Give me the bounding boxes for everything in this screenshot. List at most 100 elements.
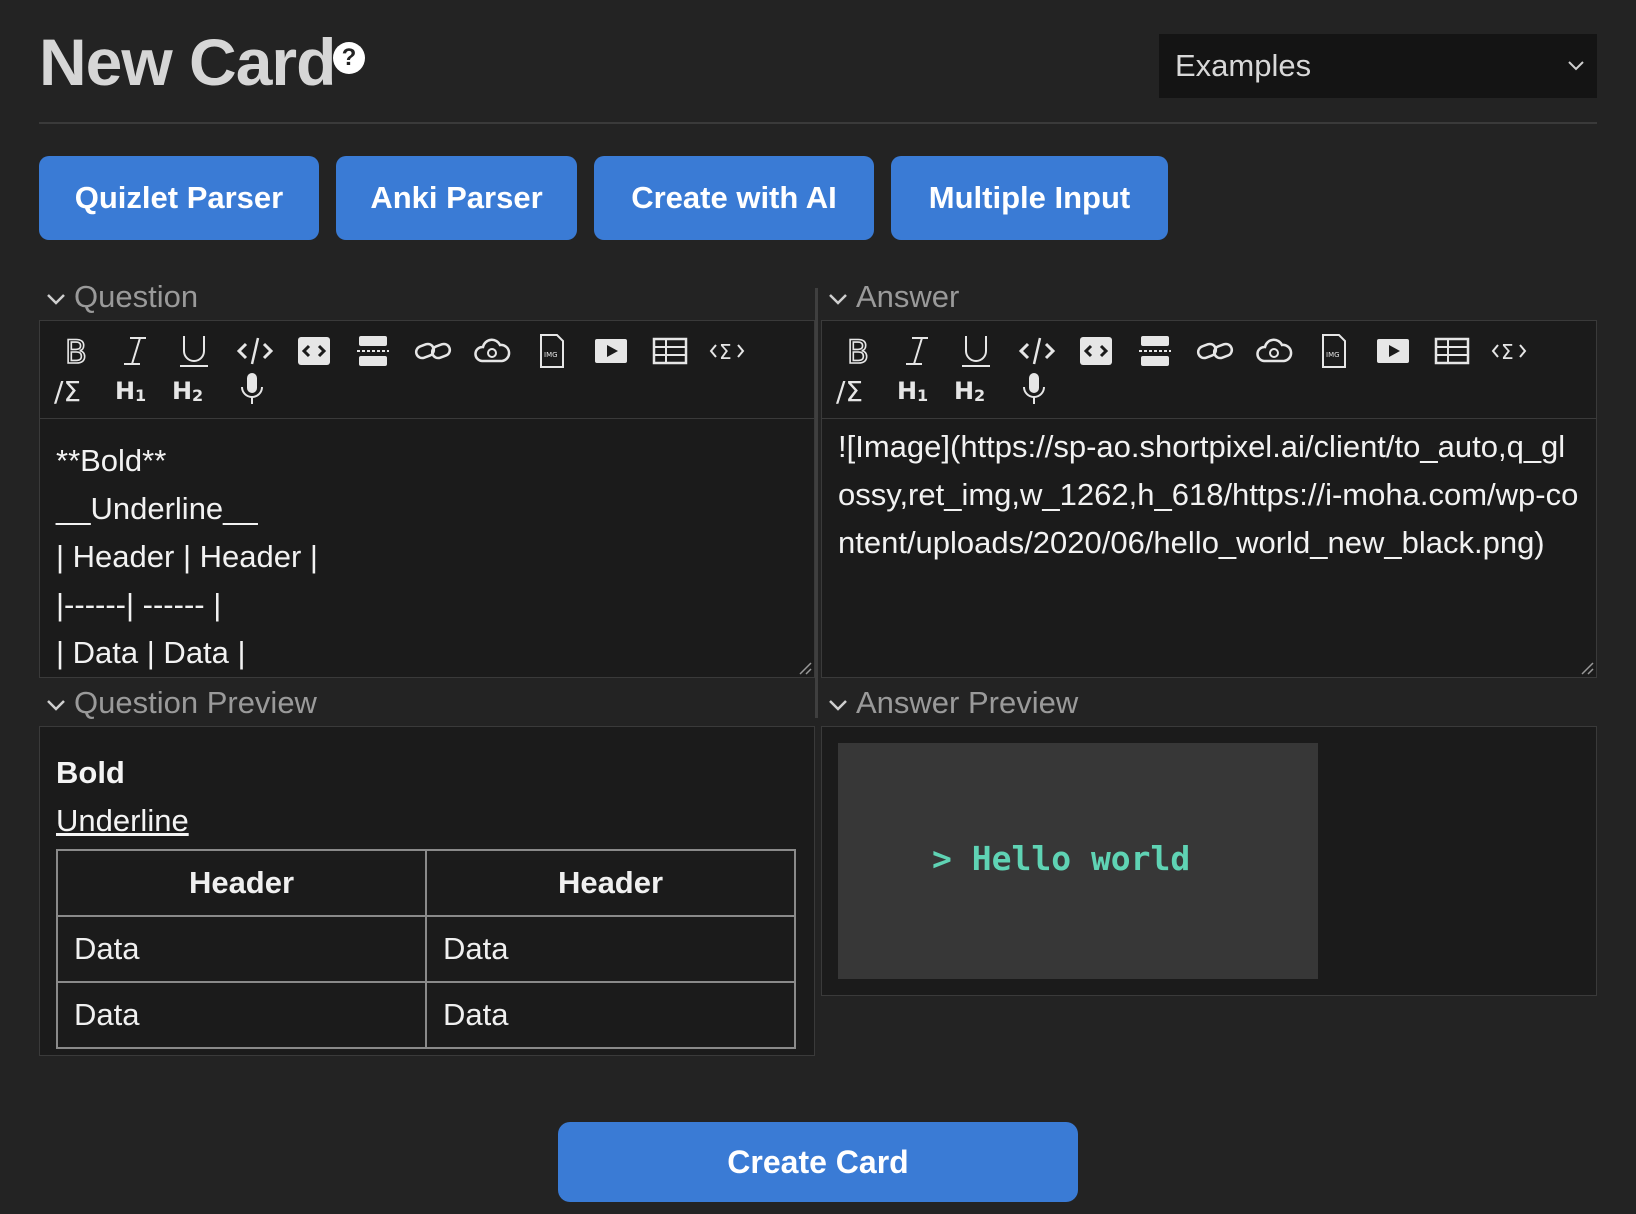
question-line: | Data | Data | [56, 635, 246, 670]
preview-bold-text: Bold [56, 755, 125, 790]
anki-parser-button[interactable]: Anki Parser [336, 156, 577, 240]
page-header: New Card ? Examples [39, 24, 1597, 124]
italic-icon[interactable] [898, 333, 938, 369]
question-toolbar: B IMG Σ /Σ H1 H2 [40, 321, 814, 419]
examples-select[interactable]: Examples [1159, 34, 1597, 98]
code-block-icon[interactable] [1076, 333, 1116, 369]
question-line: **Bold** [56, 443, 167, 478]
image-file-icon[interactable]: IMG [531, 333, 571, 369]
code-inline-icon[interactable] [235, 333, 275, 369]
answer-label: Answer [856, 279, 960, 314]
preview-table: Header Header Data Data Data Data [56, 849, 796, 1049]
create-with-ai-button[interactable]: Create with AI [594, 156, 874, 240]
question-line: |------| ------ | [56, 587, 222, 622]
underline-icon[interactable] [956, 333, 996, 369]
answer-preview-toggle[interactable]: Answer Preview [826, 683, 1078, 723]
microphone-icon[interactable] [232, 371, 272, 407]
link-icon[interactable] [413, 333, 453, 369]
link-icon[interactable] [1195, 333, 1235, 369]
question-preview-label: Question Preview [74, 685, 317, 720]
table-icon[interactable] [650, 333, 690, 369]
multiple-input-button[interactable]: Multiple Input [891, 156, 1168, 240]
microphone-icon[interactable] [1014, 371, 1054, 407]
table-icon[interactable] [1432, 333, 1472, 369]
math-inline-icon[interactable]: /Σ [52, 371, 92, 408]
svg-text:Σ: Σ [719, 340, 732, 364]
table-row: Data Data [56, 915, 796, 983]
question-line: | Header | Header | [56, 539, 318, 574]
answer-editor-panel: B IMG Σ /Σ H1 H2 ![Image](https://sp-ao.… [821, 320, 1597, 678]
chevron-down-icon [829, 293, 847, 305]
underline-icon[interactable] [174, 333, 214, 369]
italic-icon[interactable] [116, 333, 156, 369]
heading1-icon[interactable]: H1 [113, 371, 153, 407]
svg-text:H: H [954, 377, 974, 405]
code-block-icon[interactable] [294, 333, 334, 369]
chevron-down-icon [829, 699, 847, 711]
question-editor-panel: B IMG Σ /Σ H1 H2 **Bold** __Underline__ … [39, 320, 815, 678]
question-preview-toggle[interactable]: Question Preview [44, 683, 317, 723]
table-cell: Data [425, 915, 796, 983]
svg-text:1: 1 [917, 386, 928, 405]
svg-text:H: H [172, 377, 192, 405]
table-header-row: Header Header [56, 849, 796, 917]
answer-toolbar: B IMG Σ /Σ H1 H2 [822, 321, 1596, 419]
svg-text:/Σ: /Σ [836, 375, 863, 407]
heading2-icon[interactable]: H2 [170, 371, 210, 407]
video-icon[interactable] [1373, 333, 1413, 369]
divider-icon[interactable] [353, 333, 393, 369]
divider-icon[interactable] [1135, 333, 1175, 369]
math-inline-icon[interactable]: /Σ [834, 371, 874, 408]
svg-text:IMG: IMG [1326, 351, 1340, 359]
examples-select-value: Examples [1175, 48, 1312, 83]
bold-icon[interactable]: B [57, 332, 97, 372]
help-icon[interactable]: ? [333, 42, 365, 74]
video-icon[interactable] [591, 333, 631, 369]
resize-handle-icon[interactable] [1580, 661, 1594, 675]
table-cell: Data [56, 981, 427, 1049]
math-block-icon[interactable]: Σ [1489, 333, 1529, 369]
answer-textarea[interactable]: ![Image](https://sp-ao.shortpixel.ai/cli… [822, 419, 1596, 677]
page-title: New Card [39, 25, 336, 99]
column-divider [815, 288, 818, 718]
svg-text:B: B [65, 333, 87, 369]
svg-text:H: H [897, 377, 917, 405]
bold-icon[interactable]: B [839, 332, 879, 372]
question-textarea[interactable]: **Bold** __Underline__ | Header | Header… [40, 419, 814, 677]
chevron-down-icon [47, 293, 65, 305]
svg-text:IMG: IMG [544, 351, 558, 359]
chevron-down-icon [47, 699, 65, 711]
svg-text:B: B [847, 333, 869, 369]
answer-line: ![Image](https://sp-ao.shortpixel.ai/cli… [838, 429, 1579, 560]
cloud-upload-icon[interactable] [1254, 333, 1294, 369]
heading1-icon[interactable]: H1 [895, 371, 935, 407]
svg-text:/Σ: /Σ [54, 375, 81, 407]
question-preview-panel: Bold Underline Header Header Data Data D… [39, 726, 815, 1056]
image-file-icon[interactable]: IMG [1313, 333, 1353, 369]
answer-preview-panel: > Hello world [821, 726, 1597, 996]
table-header-cell: Header [425, 849, 796, 917]
code-inline-icon[interactable] [1017, 333, 1057, 369]
heading2-icon[interactable]: H2 [952, 371, 992, 407]
question-section-toggle[interactable]: Question [44, 277, 198, 317]
svg-text:2: 2 [974, 386, 985, 405]
answer-preview-label: Answer Preview [856, 685, 1079, 720]
preview-image: > Hello world [838, 743, 1318, 979]
table-row: Data Data [56, 981, 796, 1049]
resize-handle-icon[interactable] [798, 661, 812, 675]
create-card-button[interactable]: Create Card [558, 1122, 1078, 1202]
svg-text:1: 1 [135, 386, 146, 405]
chevron-down-icon [1568, 61, 1584, 71]
answer-section-toggle[interactable]: Answer [826, 277, 959, 317]
question-label: Question [74, 279, 199, 314]
table-header-cell: Header [56, 849, 427, 917]
svg-text:Σ: Σ [1501, 340, 1514, 364]
svg-text:H: H [115, 377, 135, 405]
preview-underline-text: Underline [56, 803, 189, 838]
preview-image-text: > Hello world [932, 839, 1191, 878]
table-cell: Data [56, 915, 427, 983]
svg-text:2: 2 [192, 386, 203, 405]
cloud-upload-icon[interactable] [472, 333, 512, 369]
quizlet-parser-button[interactable]: Quizlet Parser [39, 156, 319, 240]
math-block-icon[interactable]: Σ [707, 333, 747, 369]
